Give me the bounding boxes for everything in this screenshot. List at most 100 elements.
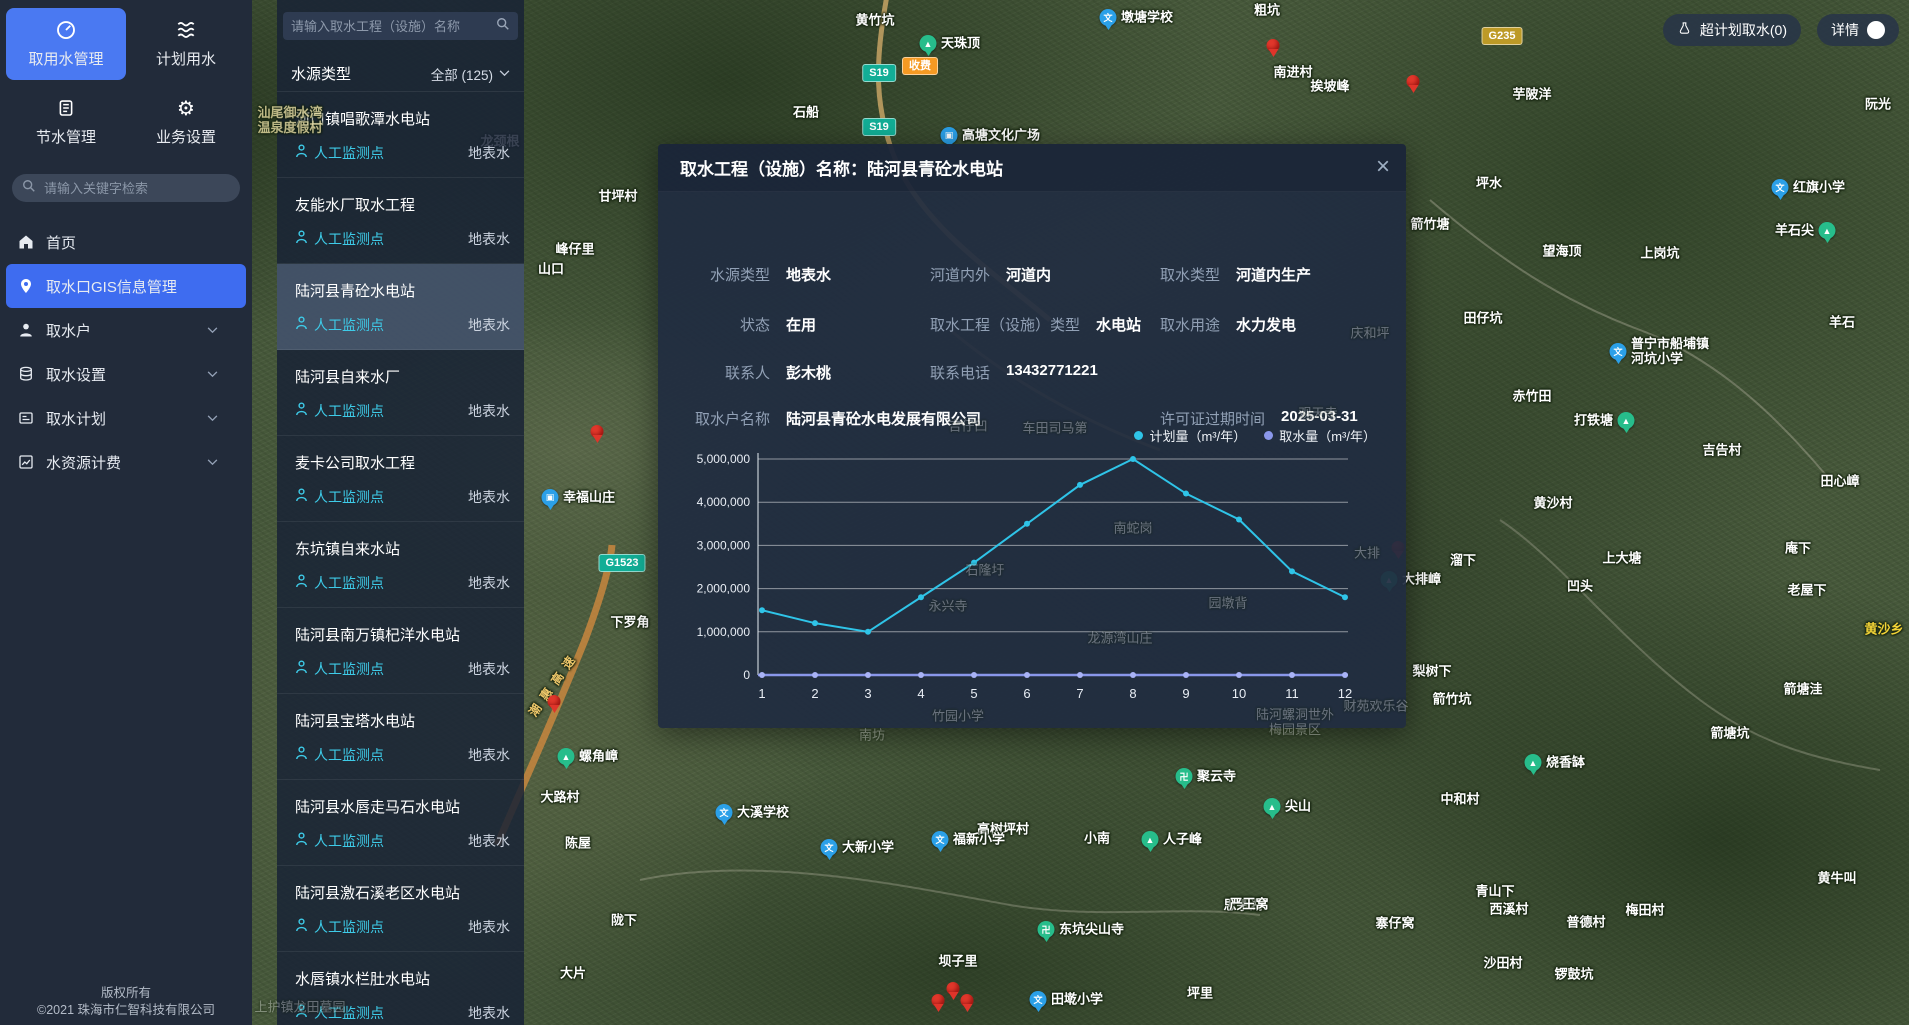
poi-label: 墩塘学校 <box>1121 10 1173 25</box>
poi-marker-icon[interactable]: 文 <box>1030 991 1047 1008</box>
svg-text:11: 11 <box>1285 686 1299 701</box>
mountain-marker-icon[interactable]: 卍 <box>1176 768 1193 785</box>
facility-list-item[interactable]: 陆河县水唇走马石水电站人工监测点地表水 <box>277 780 524 866</box>
over-plan-intake-button[interactable]: 超计划取水(0) <box>1663 14 1801 46</box>
water-source-type: 地表水 <box>468 487 510 507</box>
mountain-marker-icon[interactable]: ▲ <box>1264 798 1281 815</box>
map-label: 陇下 <box>611 913 637 928</box>
facility-list-item[interactable]: 友能水厂取水工程人工监测点地表水 <box>277 178 524 264</box>
module-water-saving[interactable]: 节水管理 <box>6 86 126 158</box>
map-label: 大排 <box>1354 546 1380 561</box>
keyword-search-input[interactable] <box>44 181 230 196</box>
svg-text:5: 5 <box>970 686 977 701</box>
mountain-marker-icon[interactable]: 卍 <box>1038 921 1055 938</box>
facility-list-item[interactable]: 陆河县南万镇杞洋水电站人工监测点地表水 <box>277 608 524 694</box>
map-label: 石隆圩 <box>965 563 1004 578</box>
copyright: 版权所有 ©2021 珠海市仁智科技有限公司 <box>0 985 252 1019</box>
map-label: 凹头 <box>1567 579 1593 594</box>
nav-water-users[interactable]: 取水户 <box>0 308 252 352</box>
poi-label: 高塘文化广场 <box>962 128 1040 143</box>
mountain-marker-icon[interactable]: ▲ <box>1618 412 1635 429</box>
toggle-knob[interactable] <box>1867 21 1885 39</box>
poi-marker-icon[interactable]: 文 <box>932 831 949 848</box>
legend-dot <box>1134 431 1143 440</box>
red-pin-marker[interactable] <box>932 994 945 1007</box>
map-label: 上岗坑 <box>1640 246 1679 261</box>
module-planned-water[interactable]: 计划用水 <box>126 8 246 80</box>
map-label: 黄牛叫 <box>1817 871 1856 886</box>
legend-label: 取水量（m³/年） <box>1279 426 1376 445</box>
mountain-marker-icon[interactable]: ▲ <box>1819 222 1836 239</box>
red-pin-marker[interactable] <box>591 425 604 438</box>
svg-text:9: 9 <box>1182 686 1189 701</box>
map-label: 梨树下 <box>1412 664 1451 679</box>
modal-field: 状态在用 <box>684 314 816 335</box>
poi-marker-icon[interactable]: ▣ <box>941 127 958 144</box>
facility-list-item[interactable]: 陆河县青砼水电站人工监测点地表水 <box>277 264 524 350</box>
nav-label: 取水设置 <box>46 364 106 385</box>
facility-list-item[interactable]: 陆河县宝塔水电站人工监测点地表水 <box>277 694 524 780</box>
nav-water-resource-billing[interactable]: 水资源计费 <box>0 440 252 484</box>
poi-label: 羊石尖 <box>1775 223 1814 238</box>
mountain-marker-icon[interactable]: ▲ <box>920 35 937 52</box>
red-pin-marker[interactable] <box>1267 39 1280 52</box>
filter-value-dropdown[interactable]: 全部 (125) <box>431 64 510 84</box>
map-label: 望海顶 <box>1542 244 1581 259</box>
facility-search-box[interactable] <box>283 12 518 40</box>
facility-name: 陆河县自来水厂 <box>295 366 510 387</box>
poi-marker-icon[interactable]: 文 <box>1100 9 1117 26</box>
chevron-down-icon <box>499 70 510 77</box>
nav-home[interactable]: 首页 <box>0 220 252 264</box>
field-label: 联系电话 <box>930 362 990 383</box>
poi-marker-icon[interactable]: 文 <box>1772 179 1789 196</box>
map-label: 园墩背 <box>1208 596 1247 611</box>
red-pin-marker[interactable] <box>947 982 960 995</box>
topbar: 超计划取水(0) 详情 <box>1663 14 1899 46</box>
facility-list-item[interactable]: 东坑镇自来水站人工监测点地表水 <box>277 522 524 608</box>
database-icon <box>18 366 34 382</box>
filter-label: 水源类型 <box>291 63 351 84</box>
svg-text:3: 3 <box>864 686 871 701</box>
map-label: 西溪村 <box>1489 902 1528 917</box>
module-water-intake-mgmt[interactable]: 取用水管理 <box>6 8 126 80</box>
svg-text:8: 8 <box>1129 686 1136 701</box>
poi-marker-icon[interactable]: 文 <box>1610 343 1627 360</box>
facility-list: 河口镇唱歌潭水电站人工监测点地表水友能水厂取水工程人工监测点地表水陆河县青砼水电… <box>277 92 524 1025</box>
facility-search-input[interactable] <box>291 19 496 34</box>
poi-label: 天珠顶 <box>941 36 980 51</box>
legend-item[interactable]: 计划量（m³/年） <box>1134 426 1246 445</box>
red-pin-marker[interactable] <box>548 695 561 708</box>
red-pin-marker[interactable] <box>961 994 974 1007</box>
map-label: 沙田村 <box>1483 956 1522 971</box>
monitor-type: 人工监测点 <box>314 487 384 507</box>
poi-marker-icon[interactable]: ▣ <box>542 489 559 506</box>
svg-text:5,000,000: 5,000,000 <box>697 452 751 466</box>
svg-text:3,000,000: 3,000,000 <box>697 538 751 552</box>
keyword-search-box[interactable] <box>12 174 240 202</box>
facility-list-item[interactable]: 陆河县自来水厂人工监测点地表水 <box>277 350 524 436</box>
water-source-type: 地表水 <box>468 315 510 335</box>
nav-intake-settings[interactable]: 取水设置 <box>0 352 252 396</box>
modal-field: 联系人彭木桃 <box>684 362 831 383</box>
detail-toggle[interactable]: 详情 <box>1817 14 1899 46</box>
map-label: 青山下 <box>1475 884 1514 899</box>
map-label: 黄沙村 <box>1533 496 1572 511</box>
poi-marker-icon[interactable]: 文 <box>821 839 838 856</box>
mountain-marker-icon[interactable]: ▲ <box>1525 754 1542 771</box>
mountain-marker-icon[interactable]: ▲ <box>1142 831 1159 848</box>
map-label: 溜下 <box>1450 553 1476 568</box>
close-icon[interactable]: × <box>1376 154 1390 180</box>
nav-intake-plan[interactable]: 取水计划 <box>0 396 252 440</box>
detail-label: 详情 <box>1831 20 1859 40</box>
facility-list-item[interactable]: 陆河县激石溪老区水电站人工监测点地表水 <box>277 866 524 952</box>
red-pin-marker[interactable] <box>1407 75 1420 88</box>
nav-intake-gis-management[interactable]: 取水口GIS信息管理 <box>6 264 246 308</box>
poi-marker-icon[interactable]: 文 <box>716 804 733 821</box>
legend-item[interactable]: 取水量（m³/年） <box>1264 426 1376 445</box>
poi-label: 普宁市船埔镇 河坑小学 <box>1631 336 1709 366</box>
source-type-filter: 水源类型 全部 (125) <box>277 56 524 92</box>
facility-list-item[interactable]: 麦卡公司取水工程人工监测点地表水 <box>277 436 524 522</box>
mountain-marker-icon[interactable]: ▲ <box>558 748 575 765</box>
module-business-settings[interactable]: ⚙ 业务设置 <box>126 86 246 158</box>
map-label: 永兴寺 <box>928 599 967 614</box>
